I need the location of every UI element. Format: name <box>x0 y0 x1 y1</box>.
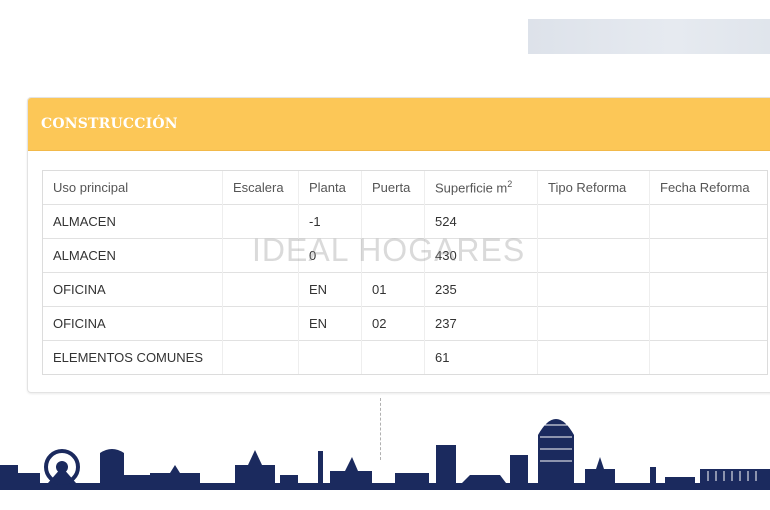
cell-puerta: 02 <box>361 306 425 341</box>
cell-fecha-reforma <box>649 306 767 341</box>
cell-puerta <box>361 238 425 273</box>
table-row: ELEMENTOS COMUNES 61 <box>43 340 767 374</box>
cell-planta: 0 <box>298 238 362 273</box>
construccion-table: Uso principal Escalera Planta Puerta Sup… <box>43 171 767 374</box>
cell-tipo-reforma <box>537 340 650 374</box>
table-row: OFICINA EN 01 235 <box>43 272 767 307</box>
header-superficie: Superficie m2 <box>424 171 538 205</box>
cell-puerta <box>361 204 425 239</box>
cell-escalera <box>222 238 299 273</box>
table-row: OFICINA EN 02 237 <box>43 306 767 341</box>
cell-fecha-reforma <box>649 272 767 307</box>
cell-planta: -1 <box>298 204 362 239</box>
cell-planta: EN <box>298 272 362 307</box>
header-escalera: Escalera <box>222 171 299 205</box>
cell-superficie: 524 <box>424 204 538 239</box>
cell-fecha-reforma <box>649 204 767 239</box>
cell-puerta <box>361 340 425 374</box>
cell-superficie: 430 <box>424 238 538 273</box>
cell-uso: ELEMENTOS COMUNES <box>43 340 223 374</box>
cell-tipo-reforma <box>537 204 650 239</box>
cell-tipo-reforma <box>537 238 650 273</box>
cell-fecha-reforma <box>649 340 767 374</box>
city-skyline-icon <box>0 419 770 490</box>
cell-uso: ALMACEN <box>43 238 223 273</box>
table-row: ALMACEN -1 524 <box>43 204 767 239</box>
cell-escalera <box>222 272 299 307</box>
header-uso-principal: Uso principal <box>43 171 223 205</box>
cell-superficie: 237 <box>424 306 538 341</box>
cell-puerta: 01 <box>361 272 425 307</box>
header-fecha-reforma: Fecha Reforma <box>660 180 750 195</box>
cell-escalera <box>222 340 299 374</box>
panel-header: CONSTRUCCIÓN <box>28 98 770 151</box>
cell-superficie: 235 <box>424 272 538 307</box>
cell-planta: EN <box>298 306 362 341</box>
cell-escalera <box>222 204 299 239</box>
cell-uso: ALMACEN <box>43 204 223 239</box>
panel-title: CONSTRUCCIÓN <box>41 116 178 132</box>
top-search-bar <box>528 19 770 54</box>
construccion-table-wrapper: Uso principal Escalera Planta Puerta Sup… <box>42 170 768 375</box>
cell-tipo-reforma <box>537 306 650 341</box>
header-tipo-reforma: Tipo Reforma <box>537 171 650 205</box>
cell-planta <box>298 340 362 374</box>
cell-tipo-reforma <box>537 272 650 307</box>
header-planta: Planta <box>298 171 362 205</box>
construccion-panel: CONSTRUCCIÓN Uso principal Escalera Plan… <box>27 97 770 393</box>
header-puerta: Puerta <box>361 171 425 205</box>
cell-uso: OFICINA <box>43 306 223 341</box>
header-superficie-label: Superficie m <box>435 180 508 196</box>
header-superficie-exponent: 2 <box>507 179 513 190</box>
table-row: ALMACEN 0 430 <box>43 238 767 273</box>
cell-uso: OFICINA <box>43 272 223 307</box>
table-header-row: Uso principal Escalera Planta Puerta Sup… <box>43 171 767 205</box>
cell-superficie: 61 <box>424 340 538 374</box>
cell-escalera <box>222 306 299 341</box>
cell-fecha-reforma <box>649 238 767 273</box>
